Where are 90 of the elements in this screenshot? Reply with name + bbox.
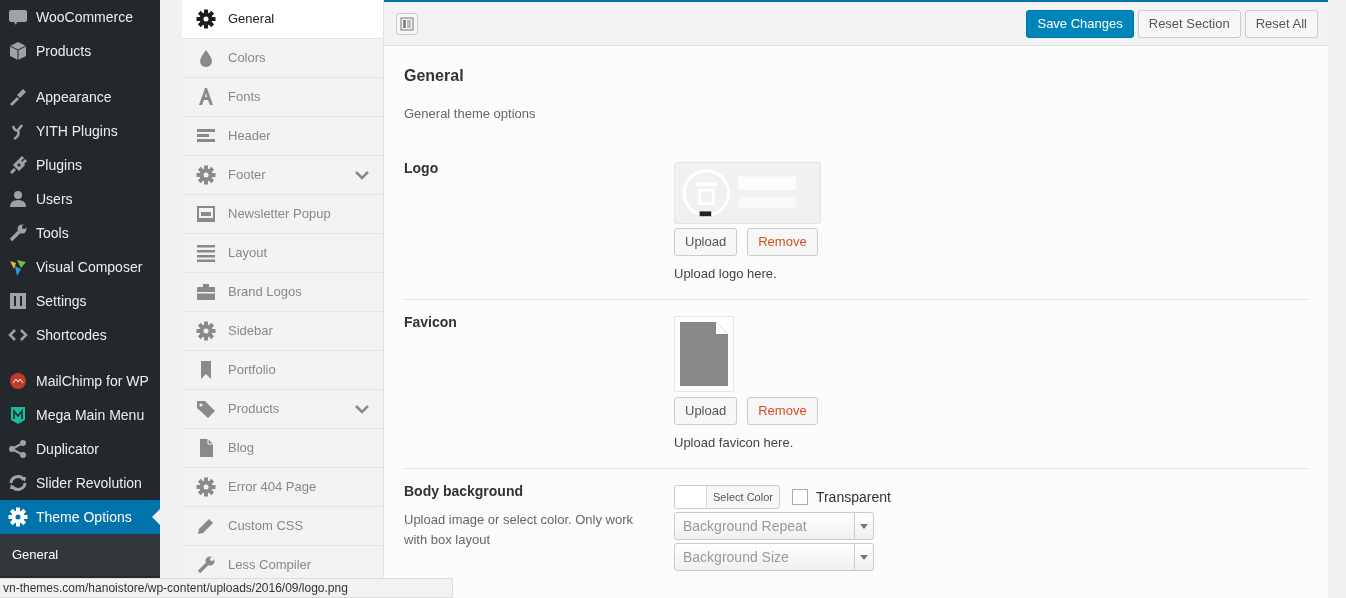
nav-label: Header bbox=[228, 127, 271, 146]
url-tooltip: vn-themes.com/hanoistore/wp-content/uploads/2016/09/logo.png bbox=[0, 578, 453, 598]
menu-label: Slider Revolution bbox=[36, 473, 142, 493]
menu-item[interactable]: Products bbox=[0, 34, 160, 68]
shield-icon bbox=[8, 405, 28, 425]
menu-item[interactable]: Users bbox=[0, 182, 160, 216]
settings-icon bbox=[196, 321, 216, 341]
upload-button[interactable]: Upload bbox=[674, 227, 738, 256]
color-picker-button[interactable]: Select Color bbox=[674, 485, 780, 509]
nav-label: Footer bbox=[228, 166, 266, 185]
remove-button[interactable]: Remove bbox=[747, 227, 818, 256]
field-label: Body background bbox=[404, 482, 524, 501]
list-icon bbox=[196, 243, 216, 263]
settings-icon bbox=[196, 9, 216, 29]
menu-label: YITH Plugins bbox=[36, 121, 118, 141]
menu-label: Duplicator bbox=[36, 439, 100, 459]
menu-item[interactable]: MailChimp for WP bbox=[0, 364, 160, 398]
share-icon bbox=[8, 439, 28, 459]
menu-label: Products bbox=[36, 41, 92, 61]
nav-label: General bbox=[228, 10, 275, 29]
menu-label: Shortcodes bbox=[36, 325, 107, 345]
menu-label: Settings bbox=[36, 291, 87, 311]
section-title: General bbox=[404, 66, 465, 86]
checkbox-label: Transparent bbox=[815, 487, 891, 507]
menu-item[interactable]: Theme Options bbox=[0, 500, 160, 534]
nav-label: Brand Logos bbox=[228, 283, 302, 302]
menu-item[interactable]: Mega Main Menu bbox=[0, 398, 160, 432]
field-label: Favicon bbox=[404, 313, 458, 332]
menu-label: WooCommerce bbox=[36, 7, 133, 27]
briefcase-icon bbox=[196, 282, 216, 302]
nav-label: Error 404 Page bbox=[228, 478, 317, 497]
nav-label: Colors bbox=[228, 49, 266, 68]
upload-button[interactable]: Upload bbox=[674, 396, 738, 425]
menu-item[interactable]: Plugins bbox=[0, 148, 160, 182]
nav-item[interactable]: General bbox=[182, 0, 383, 39]
menu-item[interactable]: YITH Plugins bbox=[0, 114, 160, 148]
checkbox[interactable] bbox=[791, 489, 808, 505]
reset-button[interactable]: Reset All bbox=[1244, 9, 1318, 38]
box-icon bbox=[8, 41, 28, 61]
menu-item[interactable]: Visual Composer bbox=[0, 250, 160, 284]
settings-icon bbox=[196, 477, 216, 497]
caret-icon bbox=[860, 554, 868, 560]
nav-label: Products bbox=[228, 400, 280, 419]
nav-label: Layout bbox=[228, 244, 268, 263]
layout-toggle-button[interactable] bbox=[396, 12, 418, 35]
nav-label: Fonts bbox=[228, 88, 261, 107]
menu-item[interactable]: Tools bbox=[0, 216, 160, 250]
field-description: Upload logo here. bbox=[674, 264, 778, 283]
menu-label: Mega Main Menu bbox=[36, 405, 145, 425]
nav-label: Less Compiler bbox=[228, 556, 312, 575]
menu-label: Appearance bbox=[36, 87, 112, 107]
menu-item[interactable]: Slider Revolution bbox=[0, 466, 160, 500]
menu-label: MailChimp for WP bbox=[36, 371, 149, 391]
menu-item[interactable]: WooCommerce bbox=[0, 0, 160, 34]
remove-button[interactable]: Remove bbox=[747, 396, 818, 425]
font-icon bbox=[196, 87, 216, 107]
nav-label: Newsletter Popup bbox=[228, 205, 331, 224]
pencil-icon bbox=[196, 516, 216, 536]
field-label: Logo bbox=[404, 158, 440, 178]
settings-icon bbox=[196, 165, 216, 185]
wrench-icon bbox=[196, 555, 216, 575]
nav-label: Blog bbox=[228, 439, 255, 458]
menu-label: Theme Options bbox=[36, 507, 132, 527]
brush-icon bbox=[8, 87, 28, 107]
field-description: Upload image or select color. Only work with box layout bbox=[404, 511, 635, 549]
nav-label: Sidebar bbox=[228, 322, 273, 341]
plug-icon bbox=[8, 155, 28, 175]
menu-label: Visual Composer bbox=[36, 257, 143, 277]
menu-item[interactable]: Shortcodes bbox=[0, 318, 160, 352]
menu-item[interactable]: Appearance bbox=[0, 80, 160, 114]
menu-item[interactable]: Settings bbox=[0, 284, 160, 318]
reset-button[interactable]: Reset Section bbox=[1137, 9, 1241, 38]
save-button[interactable]: Save Changes bbox=[1026, 9, 1134, 38]
user-icon bbox=[8, 189, 28, 209]
refresh-icon bbox=[8, 473, 28, 493]
settings-icon bbox=[8, 507, 28, 527]
menu-label: Plugins bbox=[36, 155, 82, 175]
wrench-icon bbox=[8, 223, 28, 243]
menu-label: Tools bbox=[36, 223, 69, 243]
nav-label: Custom CSS bbox=[228, 517, 304, 536]
composer-icon bbox=[8, 257, 28, 277]
nav-label: Portfolio bbox=[228, 361, 276, 380]
menu-label: Users bbox=[36, 189, 73, 209]
window-icon bbox=[196, 204, 216, 224]
field-description: Upload favicon here. bbox=[674, 433, 795, 452]
caret-icon bbox=[860, 523, 868, 529]
section-description: General theme options bbox=[404, 105, 537, 123]
tag-icon bbox=[196, 399, 216, 419]
menu-item[interactable]: Duplicator bbox=[0, 432, 160, 466]
chimp-icon bbox=[8, 371, 28, 391]
